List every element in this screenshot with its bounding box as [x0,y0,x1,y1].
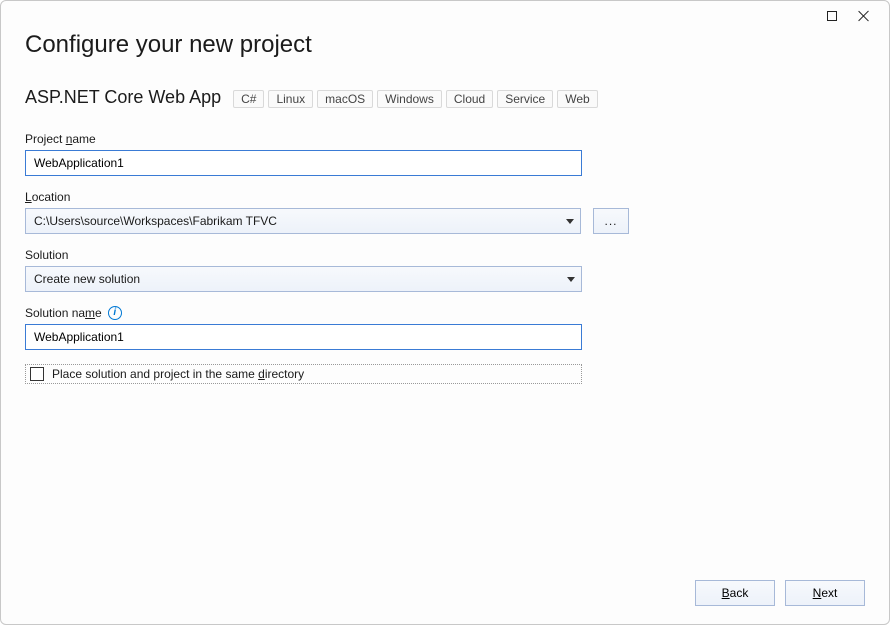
content-area: Configure your new project ASP.NET Core … [25,31,865,564]
browse-button[interactable]: ... [593,208,629,234]
solution-value: Create new solution [34,272,140,286]
location-value: C:\Users\source\Workspaces\Fabrikam TFVC [34,214,277,228]
titlebar [825,1,889,31]
location-field: Location C:\Users\source\Workspaces\Fabr… [25,190,631,234]
page-title: Configure your new project [25,31,865,59]
same-directory-label: Place solution and project in the same d… [52,367,304,381]
maximize-icon [827,11,837,21]
ellipsis-icon: ... [604,214,617,228]
template-tags: C# Linux macOS Windows Cloud Service Web [233,90,598,108]
template-tag: Windows [377,90,442,108]
template-row: ASP.NET Core Web App C# Linux macOS Wind… [25,87,865,108]
project-name-input[interactable] [25,150,582,176]
project-name-label: Project name [25,132,582,146]
back-button[interactable]: Back [695,580,775,606]
location-label: Location [25,190,631,204]
same-directory-row: Place solution and project in the same d… [25,364,582,384]
chevron-down-icon [566,219,574,224]
maximize-button[interactable] [825,9,839,23]
close-button[interactable] [857,9,871,23]
template-name: ASP.NET Core Web App [25,87,221,108]
solution-name-label: Solution name i [25,306,582,320]
info-icon[interactable]: i [108,306,122,320]
solution-name-input[interactable] [25,324,582,350]
solution-label: Solution [25,248,582,262]
template-tag: Service [497,90,553,108]
solution-combo[interactable]: Create new solution [25,266,582,292]
dialog-window: Configure your new project ASP.NET Core … [0,0,890,625]
chevron-down-icon [567,277,575,282]
project-name-field: Project name [25,132,582,176]
template-tag: Cloud [446,90,493,108]
template-tag: Linux [268,90,313,108]
same-directory-checkbox[interactable] [30,367,44,381]
close-icon [858,10,870,22]
next-button[interactable]: Next [785,580,865,606]
template-tag: Web [557,90,597,108]
solution-field: Solution Create new solution [25,248,582,292]
template-tag: C# [233,90,264,108]
solution-name-field: Solution name i [25,306,582,350]
footer: Back Next [695,580,865,606]
location-combo[interactable]: C:\Users\source\Workspaces\Fabrikam TFVC [25,208,581,234]
template-tag: macOS [317,90,373,108]
